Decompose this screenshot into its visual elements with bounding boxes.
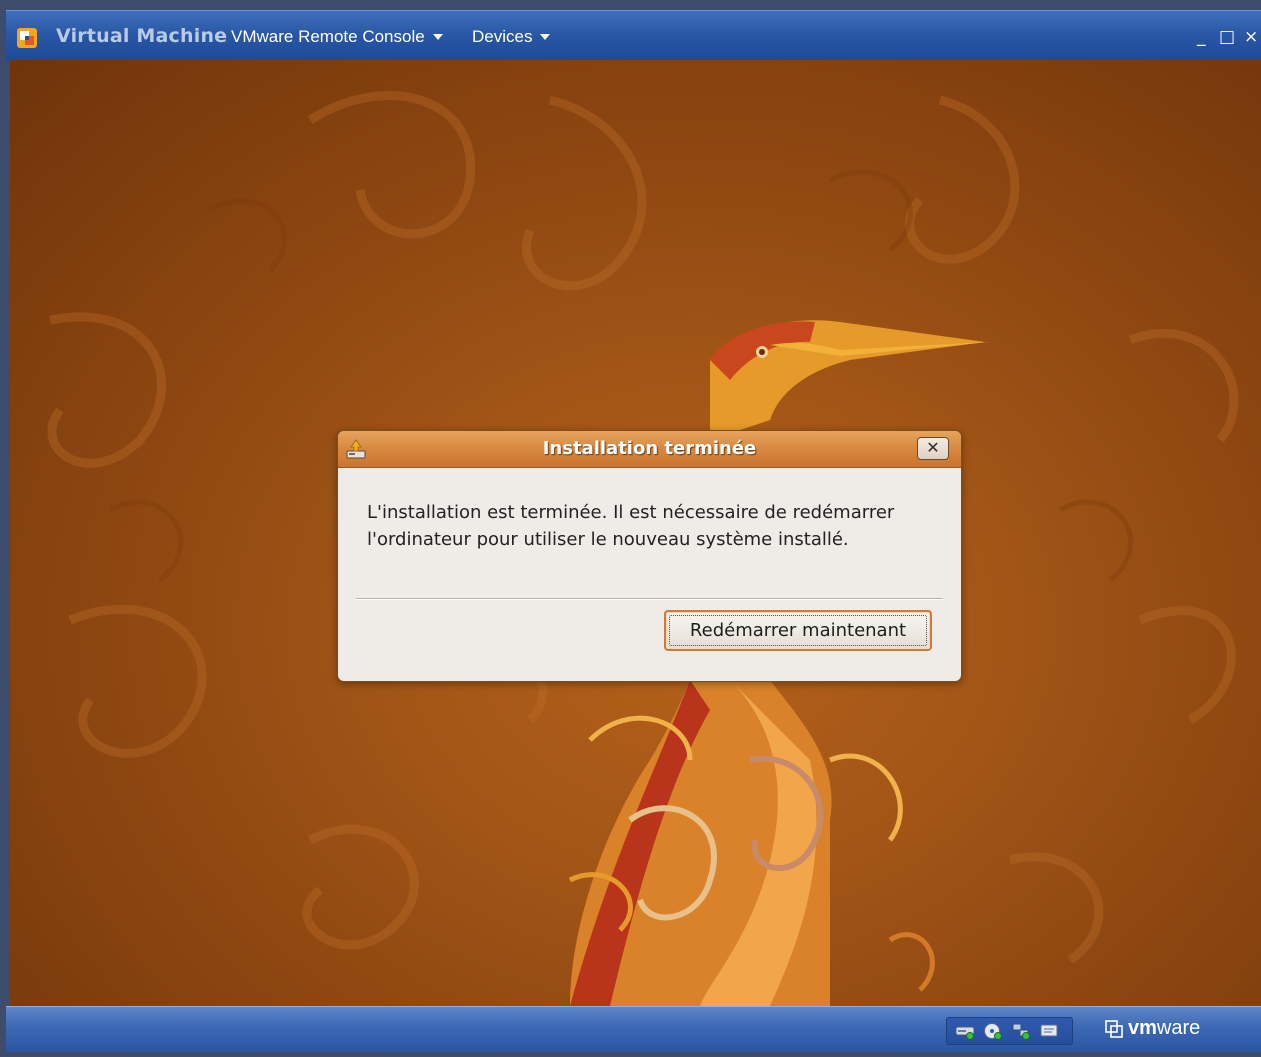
restart-now-label: Redémarrer maintenant	[689, 620, 907, 641]
dialog-title-bar: Installation terminée ✕	[338, 431, 961, 468]
close-button[interactable]: ×	[1244, 27, 1258, 47]
vmware-logo: vmware	[1104, 1017, 1200, 1043]
device-tray	[946, 1017, 1073, 1045]
hard-disk-icon[interactable]	[955, 1022, 975, 1040]
restart-now-button[interactable]: Redémarrer maintenant	[664, 610, 932, 651]
logo-vm-text: vm	[1128, 1017, 1157, 1039]
minimize-button[interactable]: _	[1197, 27, 1206, 47]
console-status-bar: vmware	[6, 1006, 1261, 1052]
console-title-bar: Virtual Machine VMware Remote Console De…	[6, 10, 1261, 61]
vmware-logo-icon	[1105, 1019, 1123, 1038]
message-icon[interactable]	[1039, 1022, 1059, 1040]
app-title: Virtual Machine	[56, 25, 228, 47]
dialog-close-button[interactable]: ✕	[917, 437, 949, 460]
console-window: Virtual Machine VMware Remote Console De…	[0, 0, 1261, 1057]
chevron-down-icon	[540, 33, 551, 40]
dialog-separator	[356, 598, 943, 600]
chevron-down-icon	[432, 33, 443, 40]
guest-desktop[interactable]: Installation terminée ✕ L'installation e…	[10, 60, 1261, 1006]
menu-devices[interactable]: Devices	[472, 27, 551, 47]
network-icon[interactable]	[1011, 1022, 1031, 1040]
vmware-console-icon	[17, 28, 37, 48]
dialog-title: Installation terminée	[542, 438, 757, 459]
cd-rom-icon[interactable]	[983, 1022, 1003, 1040]
close-icon: ✕	[926, 438, 940, 457]
maximize-button[interactable]: □	[1219, 27, 1235, 47]
menu-label: Devices	[472, 27, 533, 46]
installation-complete-dialog: Installation terminée ✕ L'installation e…	[337, 430, 962, 682]
logo-ware-text: ware	[1156, 1017, 1201, 1039]
menu-vmware-remote-console[interactable]: VMware Remote Console	[231, 27, 443, 47]
dialog-message: L'installation est terminée. Il est néce…	[367, 502, 895, 550]
menu-label: VMware Remote Console	[231, 27, 425, 46]
